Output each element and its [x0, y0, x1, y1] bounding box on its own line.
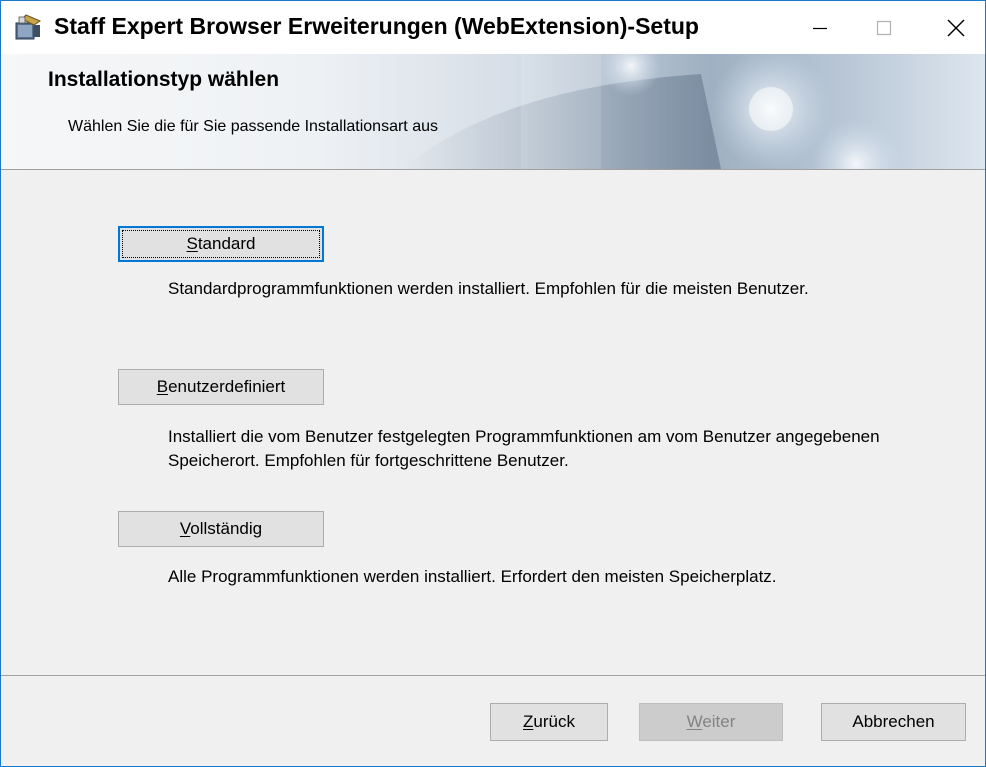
standard-button[interactable]: Standard [118, 226, 324, 262]
maximize-icon [876, 20, 892, 35]
minimize-icon [813, 27, 827, 29]
custom-button-label: Benutzerdefiniert [156, 377, 286, 396]
custom-button[interactable]: Benutzerdefiniert [118, 369, 324, 405]
next-button-label: Weiter [686, 712, 736, 731]
next-button: Weiter [639, 703, 783, 741]
close-icon [947, 19, 965, 36]
maximize-button [855, 1, 913, 54]
custom-description: Installiert die vom Benutzer festgelegte… [168, 427, 880, 470]
cancel-button-label: Abbrechen [852, 712, 935, 731]
footer-bar: Zurück Weiter Abbrechen [1, 676, 985, 766]
window-title: Staff Expert Browser Erweiterungen (WebE… [54, 13, 699, 39]
focus-indicator [122, 230, 320, 258]
complete-button[interactable]: Vollständig [118, 511, 324, 547]
page-title: Installationstyp wählen [48, 68, 280, 91]
page-subtitle: Wählen Sie die für Sie passende Installa… [68, 118, 438, 135]
installer-package-icon [15, 14, 42, 40]
cancel-button[interactable]: Abbrechen [821, 703, 966, 741]
setup-type-options: Standard Standardprogrammfunktionen werd… [1, 170, 985, 675]
close-button[interactable] [927, 1, 985, 54]
complete-description: Alle Programmfunktionen werden installie… [168, 567, 777, 586]
header-banner: Installationstyp wählen Wählen Sie die f… [1, 54, 985, 169]
minimize-button[interactable] [791, 1, 849, 54]
complete-button-label: Vollständig [179, 519, 263, 538]
back-button-label: Zurück [523, 712, 575, 731]
back-button[interactable]: Zurück [490, 703, 608, 741]
title-bar[interactable]: Staff Expert Browser Erweiterungen (WebE… [1, 1, 985, 54]
standard-description: Standardprogrammfunktionen werden instal… [168, 279, 809, 298]
setup-window: Staff Expert Browser Erweiterungen (WebE… [0, 0, 986, 767]
